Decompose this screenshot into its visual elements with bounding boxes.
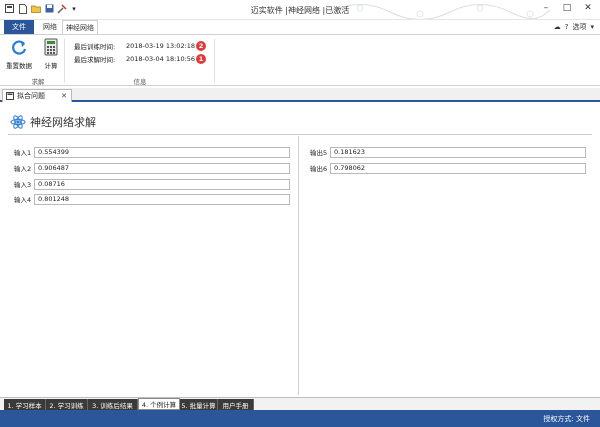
last-train-label: 最后训练时间: xyxy=(74,43,116,51)
input-label: 输入2 xyxy=(14,165,32,173)
group-separator xyxy=(64,39,65,83)
group-label-info: 信息 xyxy=(133,78,147,86)
input-field-1[interactable]: 0.554399 xyxy=(34,146,290,158)
status-bar: 授权方式: 文件 xyxy=(0,410,600,427)
output-label: 输出5 xyxy=(310,149,328,157)
tab-learning-training[interactable]: 2. 学习训练 xyxy=(46,399,88,410)
ribbon-body: 重置数据 计算 求解 最后训练时间: 2018-03-19 13:02:18 2… xyxy=(0,34,600,86)
calculator-icon xyxy=(44,38,58,56)
input-field-2[interactable]: 0.906487 xyxy=(34,162,290,174)
group-label-solve: 求解 xyxy=(31,78,45,86)
bottom-tab-bar: 1. 学习样本 2. 学习训练 3. 训练后结果 4. 个例计算 5. 批量计算… xyxy=(0,397,600,410)
output-label: 输出6 xyxy=(310,165,328,173)
doc-tab-label: 拟合问题 xyxy=(17,92,45,100)
reload-data-button[interactable]: 重置数据 xyxy=(6,38,32,70)
doc-tab-fitting-problem[interactable]: 拟合问题 ✕ xyxy=(2,89,72,102)
input-label: 输入4 xyxy=(14,196,32,204)
document-tab-strip: 拟合问题 ✕ xyxy=(0,88,600,102)
inputs-panel xyxy=(8,136,299,395)
output-row-5: 输出5 0.181623 xyxy=(310,146,586,158)
ribbon-right-tools: ☁ ? 选项 ▾ xyxy=(554,22,594,32)
input-field-3[interactable]: 0.08716 xyxy=(34,178,290,190)
last-solve-value: 2018-03-04 18:10:56 xyxy=(126,55,196,63)
tab-learning-samples[interactable]: 1. 学习样本 xyxy=(4,399,46,410)
tab-batch-calc[interactable]: 5. 批量计算 xyxy=(180,399,218,410)
main-content: 神经网络求解 输入1 0.554399 输入2 0.906487 输入3 0.0… xyxy=(0,104,600,397)
last-train-badge: 2 xyxy=(196,41,206,51)
title-bar: ▾ 迈实软件 |神经网络 |已激活 – □ ✕ xyxy=(0,0,600,20)
tab-single-case-calc[interactable]: 4. 个例计算 xyxy=(138,398,180,410)
options-label[interactable]: 选项 xyxy=(572,22,586,32)
compute-button[interactable]: 计算 xyxy=(42,38,60,70)
refresh-icon xyxy=(12,40,27,55)
title-divider xyxy=(8,134,592,135)
cloud-icon[interactable]: ☁ xyxy=(554,23,561,31)
compute-label: 计算 xyxy=(44,62,58,70)
output-row-6: 输出6 0.798062 xyxy=(310,162,586,174)
input-row-1: 输入1 0.554399 xyxy=(14,146,290,158)
license-status: 授权方式: 文件 xyxy=(543,415,590,423)
close-icon[interactable]: ✕ xyxy=(61,92,67,100)
page-title-text: 神经网络求解 xyxy=(30,116,96,129)
tab-neural-network[interactable]: 神经网络 xyxy=(62,20,98,35)
input-field-4[interactable]: 0.801248 xyxy=(34,193,290,205)
input-row-2: 输入2 0.906487 xyxy=(14,162,290,174)
reload-data-label: 重置数据 xyxy=(6,62,32,70)
output-field-5[interactable]: 0.181623 xyxy=(330,146,586,158)
tab-user-manual[interactable]: 用户手册 xyxy=(218,399,254,410)
tab-network[interactable]: 网络 xyxy=(38,20,62,34)
ribbon-tabs: 文件 网络 神经网络 ☁ ? 选项 ▾ xyxy=(0,20,600,35)
last-solve-label: 最后求解时间: xyxy=(74,56,116,64)
minimize-button[interactable]: – xyxy=(540,2,552,14)
atom-icon xyxy=(10,115,26,129)
output-field-6[interactable]: 0.798062 xyxy=(330,162,586,174)
maximize-button[interactable]: □ xyxy=(561,2,573,14)
input-label: 输入1 xyxy=(14,149,32,157)
help-icon[interactable]: ? xyxy=(565,23,569,31)
info-row-last-train: 最后训练时间: 2018-03-19 13:02:18 2 xyxy=(74,41,206,51)
close-button[interactable]: ✕ xyxy=(582,2,594,14)
info-row-last-solve: 最后求解时间: 2018-03-04 18:10:56 1 xyxy=(74,54,206,64)
tab-file[interactable]: 文件 xyxy=(4,20,34,34)
window-title: 迈实软件 |神经网络 |已激活 xyxy=(250,6,350,15)
tab-post-training-results[interactable]: 3. 训练后结果 xyxy=(88,399,138,410)
group-separator xyxy=(214,39,215,83)
last-train-value: 2018-03-19 13:02:18 xyxy=(126,42,196,50)
document-icon xyxy=(6,92,14,100)
input-row-3: 输入3 0.08716 xyxy=(14,178,290,190)
page-title: 神经网络求解 xyxy=(10,114,96,130)
input-row-4: 输入4 0.801248 xyxy=(14,193,290,205)
chevron-down-icon[interactable]: ▾ xyxy=(590,23,594,31)
last-solve-badge: 1 xyxy=(196,54,206,64)
input-label: 输入3 xyxy=(14,181,32,189)
